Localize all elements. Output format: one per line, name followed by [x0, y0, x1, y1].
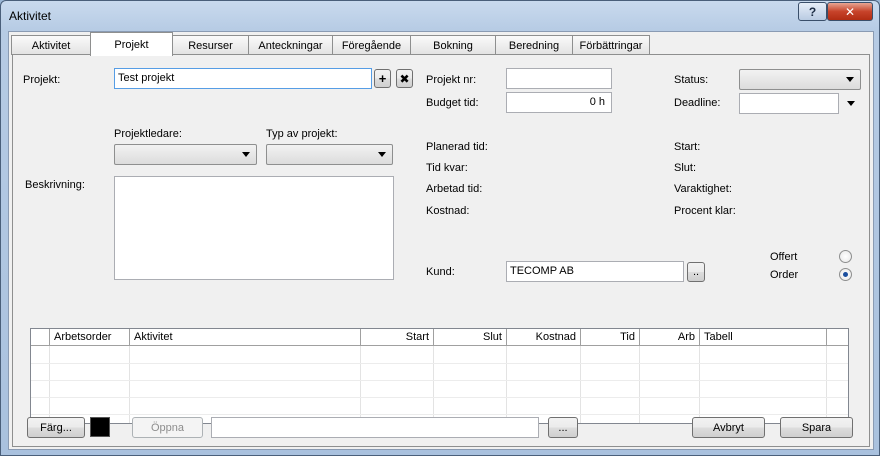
color-swatch: [90, 417, 110, 437]
deadline-input[interactable]: [739, 93, 839, 114]
start-label: Start:: [674, 141, 701, 153]
save-button[interactable]: Spara: [780, 417, 853, 438]
planned-time-label: Planerad tid:: [426, 141, 488, 153]
tab-bokning[interactable]: Bokning: [410, 35, 496, 55]
tab-page-projekt: Projekt: Test projekt + ✖ Projektledare:…: [12, 54, 870, 447]
title-bar[interactable]: Aktivitet ? ✕: [1, 1, 879, 29]
customer-browse-button[interactable]: ..: [687, 262, 705, 282]
grid-column: [507, 346, 581, 423]
customer-label: Kund:: [426, 266, 455, 278]
color-button[interactable]: Färg...: [27, 417, 85, 438]
project-number-label: Projekt nr:: [426, 74, 477, 86]
grid-column: [640, 346, 700, 423]
description-textarea[interactable]: [114, 176, 394, 280]
grid-row-line: [31, 414, 848, 415]
project-type-select[interactable]: [266, 144, 393, 165]
tab-resurser[interactable]: Resurser: [172, 35, 249, 55]
tab-aktivitet[interactable]: Aktivitet: [11, 35, 91, 55]
path-input[interactable]: [211, 417, 539, 438]
project-number-input[interactable]: [506, 68, 612, 89]
chevron-down-icon: [378, 152, 386, 157]
cancel-button[interactable]: Avbryt: [692, 417, 765, 438]
project-input[interactable]: Test projekt: [114, 68, 372, 89]
grid-header-selector[interactable]: [31, 329, 50, 346]
plus-icon: +: [378, 71, 387, 86]
budget-time-label: Budget tid:: [426, 97, 479, 109]
close-icon: ✕: [844, 4, 856, 19]
description-label: Beskrivning:: [25, 179, 85, 191]
tab-beredning[interactable]: Beredning: [495, 35, 573, 55]
budget-time-input[interactable]: 0 h: [506, 92, 612, 113]
grid-header-tabell[interactable]: Tabell: [700, 329, 827, 346]
order-radio[interactable]: [839, 268, 852, 281]
work-orders-grid[interactable]: Arbetsorder Aktivitet Start Slut Kostnad…: [30, 328, 849, 424]
grid-header-aktivitet[interactable]: Aktivitet: [130, 329, 361, 346]
status-label: Status:: [674, 74, 709, 86]
help-button[interactable]: ?: [798, 2, 827, 21]
path-browse-button[interactable]: ...: [548, 417, 578, 438]
deadline-dropdown-icon[interactable]: [847, 101, 855, 106]
dialog-client-area: Aktivitet Projekt Resurser Anteckningar …: [8, 31, 874, 450]
grid-column: [434, 346, 507, 423]
customer-input[interactable]: TECOMP AB: [506, 261, 684, 282]
status-select[interactable]: [739, 69, 861, 90]
grid-header-tid[interactable]: Tid: [581, 329, 640, 346]
grid-column: [130, 346, 361, 423]
add-project-button[interactable]: +: [374, 69, 391, 88]
project-label: Projekt:: [23, 74, 61, 86]
grid-row-line: [31, 380, 848, 381]
grid-column: [361, 346, 434, 423]
percent-done-label: Procent klar:: [674, 205, 736, 217]
project-type-label: Typ av projekt:: [266, 128, 338, 140]
grid-column: [31, 346, 50, 423]
tab-projekt[interactable]: Projekt: [90, 32, 173, 56]
grid-header-filler: [827, 329, 848, 346]
offert-label: Offert: [770, 251, 798, 263]
open-button[interactable]: Öppna: [132, 417, 203, 438]
deadline-label: Deadline:: [674, 97, 721, 109]
cost-label: Kostnad:: [426, 205, 470, 217]
close-button[interactable]: ✕: [827, 2, 873, 21]
grid-header-arb[interactable]: Arb: [640, 329, 700, 346]
grid-column: [581, 346, 640, 423]
worked-time-label: Arbetad tid:: [426, 183, 483, 195]
grid-header-slut[interactable]: Slut: [434, 329, 507, 346]
grid-header-arbetsorder[interactable]: Arbetsorder: [50, 329, 130, 346]
duration-label: Varaktighet:: [674, 183, 732, 195]
grid-column: [700, 346, 827, 423]
tab-forbattringar[interactable]: Förbättringar: [572, 35, 650, 55]
grid-row-line: [31, 363, 848, 364]
tab-foregaende[interactable]: Föregående: [332, 35, 411, 55]
remove-project-button[interactable]: ✖: [396, 69, 413, 88]
tab-anteckningar[interactable]: Anteckningar: [248, 35, 333, 55]
order-label: Order: [770, 269, 799, 281]
x-icon: ✖: [399, 71, 410, 86]
chevron-down-icon: [846, 77, 854, 82]
window-title: Aktivitet: [9, 9, 52, 23]
chevron-down-icon: [242, 152, 250, 157]
dialog-window: Aktivitet ? ✕ Aktivitet Projekt Resurser…: [0, 0, 880, 456]
grid-header-start[interactable]: Start: [361, 329, 434, 346]
project-leader-label: Projektledare:: [114, 128, 182, 140]
offert-radio[interactable]: [839, 250, 852, 263]
project-leader-select[interactable]: [114, 144, 257, 165]
grid-header-kostnad[interactable]: Kostnad: [507, 329, 581, 346]
grid-column: [50, 346, 130, 423]
time-remaining-label: Tid kvar:: [426, 162, 468, 174]
grid-row-line: [31, 397, 848, 398]
end-label: Slut:: [674, 162, 697, 174]
